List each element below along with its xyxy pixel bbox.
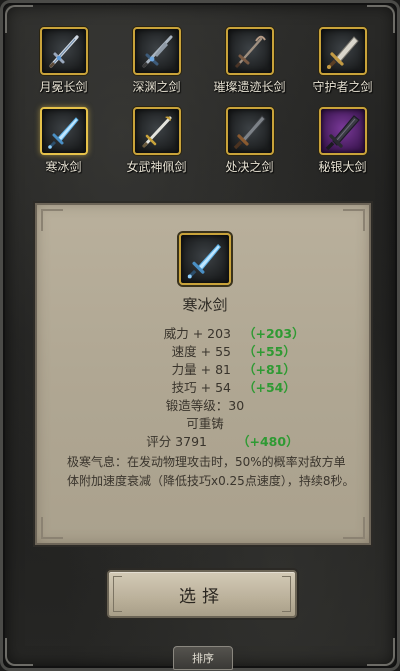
sort-button[interactable]: 排序 [173,646,233,670]
stat-base: 技巧 + 54 [171,379,231,395]
weapon-item-moon-crown-longsword[interactable]: 月冕长剑 [17,27,110,95]
stat-base: 力量 + 81 [171,361,231,377]
stat-bonus: （+54） [243,379,296,395]
weapon-description: 极寒气息：在发动物理攻击时，50%的概率对敌方单体附加速度衰减（降低技巧x0.2… [67,455,355,488]
panel-corner [343,517,365,539]
score-base: 评分 3791 [146,433,207,449]
weapon-slot[interactable] [225,107,274,155]
stat-base: 威力 + 203 [163,325,231,341]
stat-skill: 技巧 + 54 （+54） [37,377,373,395]
stat-bonus: （+81） [243,361,296,377]
reforgeable: 可重铸 [37,413,373,431]
ice-sword-icon [47,117,79,149]
weapon-name: 女武神佩剑 [126,160,187,174]
stat-score: 评分 3791 （+480） [37,431,373,449]
selected-weapon-portrait [179,233,231,285]
weapon-grid: 月冕长剑 深渊之剑 璀璨遗迹长剑 守护者之剑 寒冰剑 女武神佩剑 处决之剑 秘银… [17,27,389,175]
weapon-slot[interactable] [318,27,367,75]
mithril-greatsword-icon [325,115,360,151]
weapon-name: 寒冰剑 [45,160,82,174]
weapon-item-execution-sword[interactable]: 处决之剑 [203,107,296,175]
forge-level-text: 锻造等级：30 [165,397,245,413]
stat-bonus: （+203） [243,325,305,341]
weapon-item-ice-sword[interactable]: 寒冰剑 [17,107,110,175]
weapon-name: 月冕长剑 [39,80,88,94]
stat-speed: 速度 + 55 （+55） [37,341,373,359]
stat-base: 速度 + 55 [171,343,231,359]
weapon-title: 寒冰剑 [182,296,228,314]
ice-sword-icon [187,244,222,279]
weapon-detail-panel: 寒冰剑 威力 + 203 （+203） 速度 + 55 （+55） 力量 + 8… [35,203,371,545]
weapon-stats: 威力 + 203 （+203） 速度 + 55 （+55） 力量 + 81 （+… [37,323,373,449]
panel-corner [41,517,63,539]
execution-sword-icon [233,115,266,150]
weapon-slot-rare[interactable] [318,107,367,155]
panel-corner [343,209,365,231]
stat-bonus: （+55） [243,343,296,359]
weapon-item-abyss-sword[interactable]: 深渊之剑 [110,27,203,95]
forge-level: 锻造等级：30 [37,395,373,413]
weapon-select-screen: 月冕长剑 深渊之剑 璀璨遗迹长剑 守护者之剑 寒冰剑 女武神佩剑 处决之剑 秘银… [0,0,400,671]
frame-corner [367,638,395,666]
weapon-item-relic-longsword[interactable]: 璀璨遗迹长剑 [203,27,296,95]
weapon-item-valkyrie-sword[interactable]: 女武神佩剑 [110,107,203,175]
abyss-sword-icon [141,35,172,69]
frame-corner [5,638,33,666]
valkyrie-sword-icon [141,116,171,149]
weapon-slot[interactable] [132,27,181,75]
ornate-longsword-icon [48,35,79,69]
weapon-name: 璀璨遗迹长剑 [213,80,286,94]
weapon-slot[interactable] [39,27,88,75]
score-bonus: （+480） [237,433,299,449]
guardian-sword-icon [326,36,359,69]
weapon-name: 深渊之剑 [132,80,181,94]
stat-strength: 力量 + 81 （+81） [37,359,373,377]
weapon-name: 处决之剑 [225,160,274,174]
weapon-name: 守护者之剑 [312,80,373,94]
weapon-slot[interactable] [132,107,181,155]
stat-power: 威力 + 203 （+203） [37,323,373,341]
reforgeable-text: 可重铸 [186,415,224,431]
panel-corner [41,209,63,231]
weapon-item-mithril-greatsword[interactable]: 秘银大剑 [296,107,389,175]
weapon-name: 秘银大剑 [318,160,367,174]
weapon-item-guardian-sword[interactable]: 守护者之剑 [296,27,389,95]
select-button[interactable]: 选择 [107,570,297,618]
relic-longsword-icon [234,35,266,69]
weapon-slot[interactable] [225,27,274,75]
weapon-slot-selected[interactable] [39,107,88,155]
